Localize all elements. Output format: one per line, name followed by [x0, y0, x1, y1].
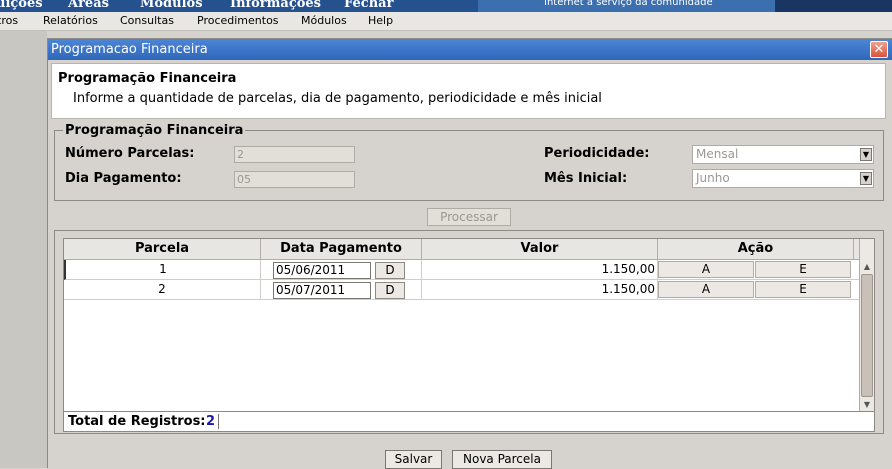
column-header-data-pagamento[interactable]: Data Pagamento	[261, 239, 422, 260]
data-picker-button[interactable]: D	[375, 282, 405, 299]
mes-inicial-label: Mês Inicial:	[544, 171, 628, 186]
footer-divider	[218, 414, 219, 429]
dia-pagamento-label: Dia Pagamento:	[65, 171, 182, 186]
parcelas-grid-panel: Parcela Data Pagamento Valor Ação 1 05/0…	[54, 230, 884, 434]
periodicidade-select[interactable]: Mensal ▼	[692, 145, 874, 164]
data-pagamento-input[interactable]: 05/06/2011	[273, 262, 371, 279]
top-navigation-bar: uições Áreas Módulos Informações Fechar …	[0, 0, 892, 12]
excluir-button[interactable]: E	[755, 281, 851, 298]
alterar-button[interactable]: A	[658, 281, 754, 298]
column-header-valor[interactable]: Valor	[422, 239, 658, 260]
processar-button[interactable]: Processar	[427, 208, 511, 226]
dialog-title-bar[interactable]: Programacao Financeira ✕	[48, 39, 892, 60]
total-registros-value: 2	[206, 414, 216, 429]
top-nav-item-modulos[interactable]: Módulos	[140, 0, 203, 11]
cell-acao: A E	[658, 260, 861, 280]
cell-data-pagamento: 05/07/2011 D	[261, 280, 422, 300]
menu-item-consultas[interactable]: Consultas	[120, 14, 174, 27]
cell-parcela: 1	[66, 260, 261, 280]
total-registros-label: Total de Registros:	[68, 414, 206, 429]
menu-item-procedimentos[interactable]: Procedimentos	[197, 14, 279, 27]
top-nav-item-informacoes[interactable]: Informações	[230, 0, 321, 11]
cell-acao: A E	[658, 280, 859, 300]
close-icon: ✕	[873, 42, 885, 57]
grid-footer: Total de Registros: 2	[63, 412, 875, 432]
numero-parcelas-label: Número Parcelas:	[65, 146, 195, 161]
menu-item-help[interactable]: Help	[368, 14, 393, 27]
programacao-fieldset: Programação Financeira Número Parcelas: …	[54, 123, 884, 201]
header-title: Programação Financeira	[58, 71, 237, 86]
numero-parcelas-input[interactable]: 2	[234, 146, 355, 163]
site-tagline: Internet a serviço da comunidade	[544, 0, 713, 8]
vertical-scrollbar[interactable]: ▲ ▼	[859, 239, 874, 411]
fieldset-legend: Programação Financeira	[63, 123, 246, 138]
cell-valor: 1.150,00	[422, 280, 658, 300]
menu-item-relatorios[interactable]: Relatórios	[43, 14, 98, 27]
data-picker-button[interactable]: D	[375, 262, 405, 279]
chevron-down-icon: ▼	[860, 148, 872, 161]
cell-data-pagamento: 05/06/2011 D	[261, 260, 422, 280]
periodicidade-label: Periodicidade:	[544, 146, 650, 161]
mes-inicial-select[interactable]: Junho ▼	[692, 169, 874, 188]
dialog-title: Programacao Financeira	[51, 42, 208, 57]
dia-pagamento-input[interactable]: 05	[234, 171, 355, 188]
table-row[interactable]: 1 05/06/2011 D 1.150,00 A E	[64, 260, 859, 280]
header-description: Informe a quantidade de parcelas, dia de…	[73, 91, 602, 106]
cell-parcela: 2	[64, 280, 261, 300]
top-nav-item-areas[interactable]: Áreas	[68, 0, 109, 11]
data-pagamento-input[interactable]: 05/07/2011	[273, 282, 371, 299]
salvar-button[interactable]: Salvar	[385, 450, 442, 469]
periodicidade-value: Mensal	[696, 147, 739, 161]
site-logo	[775, 0, 892, 12]
close-button[interactable]: ✕	[870, 41, 888, 58]
scroll-down-icon[interactable]: ▼	[860, 398, 874, 411]
menu-item-cadastros[interactable]: tros	[0, 14, 18, 27]
dialog-header-panel: Programação Financeira Informe a quantid…	[51, 63, 886, 119]
desktop-background	[0, 31, 47, 468]
excluir-button[interactable]: E	[755, 261, 851, 278]
chevron-down-icon: ▼	[860, 172, 872, 185]
parcelas-table: Parcela Data Pagamento Valor Ação 1 05/0…	[63, 238, 875, 412]
scrollbar-thumb[interactable]	[861, 274, 873, 397]
column-header-parcela[interactable]: Parcela	[64, 239, 261, 260]
column-header-acao[interactable]: Ação	[658, 239, 854, 260]
top-nav-item-fechar[interactable]: Fechar	[344, 0, 393, 11]
table-row[interactable]: 2 05/07/2011 D 1.150,00 A E	[64, 280, 859, 300]
scroll-up-icon[interactable]: ▲	[860, 260, 874, 273]
nova-parcela-button[interactable]: Nova Parcela	[452, 450, 552, 469]
programacao-financeira-dialog: Programacao Financeira ✕ Programação Fin…	[47, 38, 892, 469]
menu-bar: tros Relatórios Consultas Procedimentos …	[0, 12, 892, 31]
menu-item-modulos[interactable]: Módulos	[301, 14, 347, 27]
alterar-button[interactable]: A	[658, 261, 754, 278]
mes-inicial-value: Junho	[696, 171, 730, 185]
top-nav-item-instituicoes[interactable]: uições	[0, 0, 43, 11]
cell-valor: 1.150,00	[422, 260, 658, 280]
